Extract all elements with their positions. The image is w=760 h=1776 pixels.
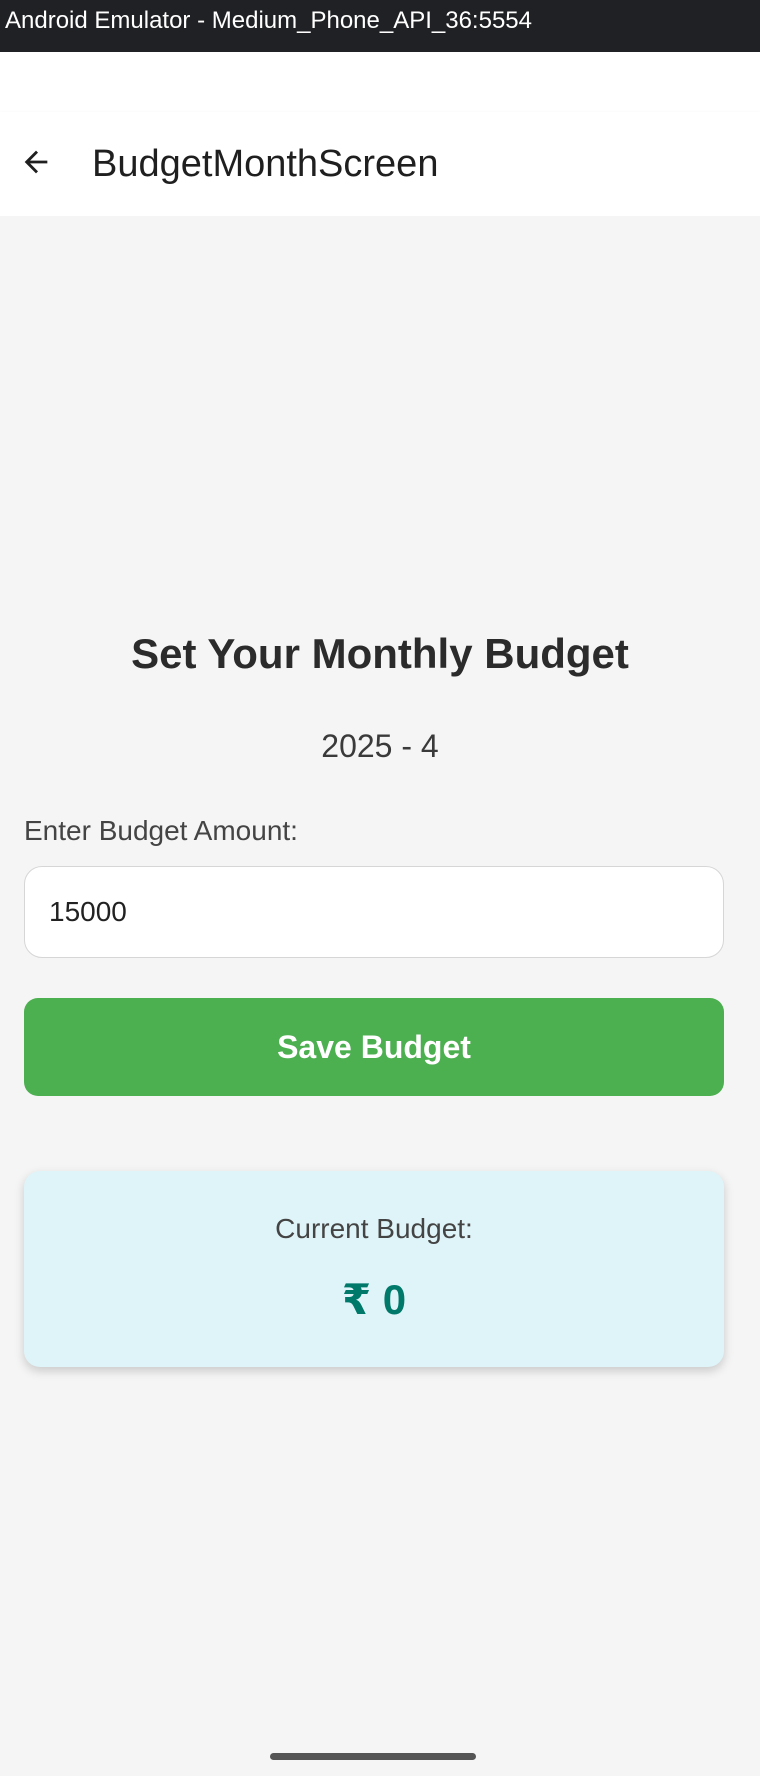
status-bar <box>0 52 760 112</box>
gesture-nav-handle[interactable] <box>270 1753 476 1760</box>
emulator-title: Android Emulator - Medium_Phone_API_36:5… <box>5 7 532 34</box>
budget-amount-input[interactable] <box>24 866 724 958</box>
screen-content: Set Your Monthly Budget 2025 - 4 Enter B… <box>0 216 760 1776</box>
app-bar: BudgetMonthScreen <box>0 112 760 216</box>
month-label: 2025 - 4 <box>321 728 439 764</box>
current-budget-value: ₹ 0 <box>341 1276 407 1323</box>
budget-amount-label: Enter Budget Amount: <box>24 815 298 846</box>
current-budget-card: Current Budget: ₹ 0 <box>24 1171 724 1367</box>
arrow-back-icon <box>24 150 48 174</box>
page-title: Set Your Monthly Budget <box>131 630 629 677</box>
emulator-title-bar: Android Emulator - Medium_Phone_API_36:5… <box>0 0 760 52</box>
current-budget-label: Current Budget: <box>275 1213 473 1244</box>
save-budget-button[interactable]: Save Budget <box>24 998 724 1096</box>
back-button[interactable] <box>12 138 60 186</box>
app-bar-title: BudgetMonthScreen <box>92 143 439 185</box>
